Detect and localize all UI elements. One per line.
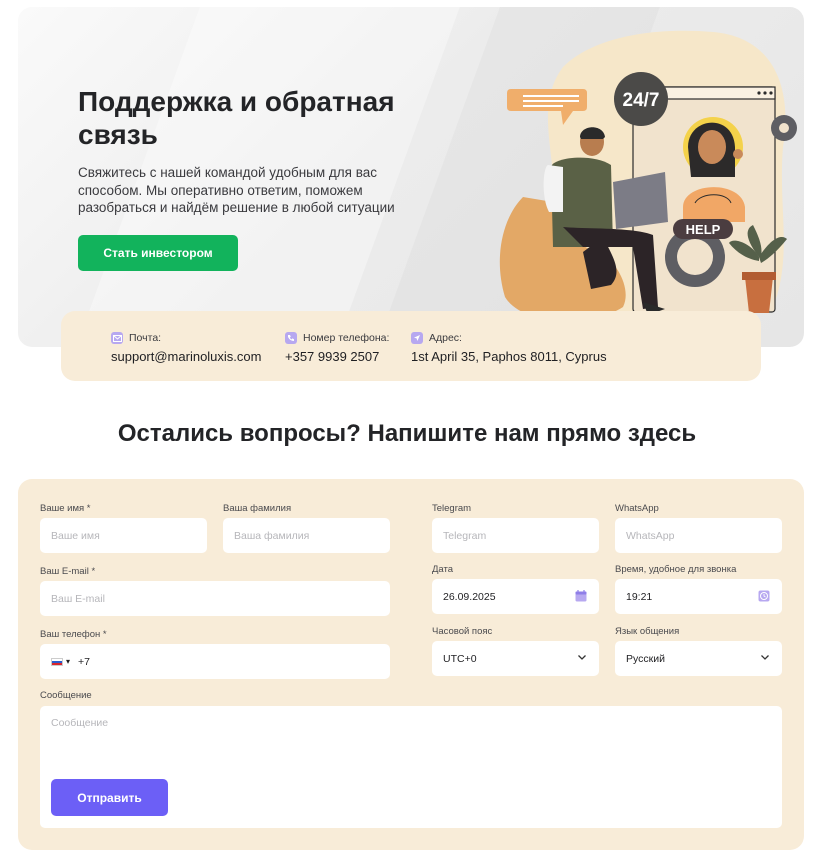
phone-field[interactable]: ▾ +7 <box>40 644 390 679</box>
date-value: 26.09.2025 <box>443 590 496 603</box>
clock-icon[interactable] <box>758 590 770 605</box>
become-investor-button[interactable]: Стать инвестором <box>78 235 238 271</box>
email-field[interactable]: Ваш E-mail <box>40 581 390 616</box>
email-field-label: Ваш E-mail * <box>40 566 96 577</box>
first-name-input[interactable]: Ваше имя <box>40 518 207 553</box>
phone-prefix: +7 <box>78 655 90 668</box>
hero-description: Свяжитесь с нашей командой удобным для в… <box>78 165 395 215</box>
support-illustration: HELP 24/7 <box>499 30 797 321</box>
phone-label: Номер телефона: <box>303 332 390 344</box>
hero-banner: Поддержка и обратная связь Свяжитесь с н… <box>18 7 804 347</box>
date-input[interactable]: 26.09.2025 <box>432 579 599 614</box>
address-value: 1st April 35, Paphos 8011, Cyprus <box>411 349 607 364</box>
badge-247: 24/7 <box>623 90 660 111</box>
timezone-select[interactable]: UTC+0 <box>432 641 599 676</box>
help-label: HELP <box>686 222 721 237</box>
phone-value[interactable]: +357 9939 2507 <box>285 349 389 364</box>
language-label: Язык общения <box>615 626 680 637</box>
section-title: Остались вопросы? Напишите нам прямо зде… <box>117 420 697 447</box>
contact-address: Адрес: 1st April 35, Paphos 8011, Cyprus <box>411 331 607 364</box>
calendar-icon[interactable] <box>575 590 587 605</box>
submit-button[interactable]: Отправить <box>51 779 168 816</box>
message-label: Сообщение <box>40 690 92 701</box>
time-label: Время, удобное для звонка <box>615 564 737 575</box>
phone-icon <box>285 332 297 344</box>
language-value: Русский <box>626 652 665 665</box>
email-label: Почта: <box>129 332 162 344</box>
language-select[interactable]: Русский <box>615 641 782 676</box>
address-label: Адрес: <box>429 332 462 344</box>
location-arrow-icon <box>411 332 423 344</box>
chevron-down-icon <box>760 652 770 665</box>
timezone-label: Часовой пояс <box>432 626 493 637</box>
last-name-label: Ваша фамилия <box>223 503 292 514</box>
email-value[interactable]: support@marinoluxis.com <box>111 349 261 364</box>
russia-flag-icon[interactable] <box>51 657 63 666</box>
chevron-down-icon <box>577 652 587 665</box>
last-name-input[interactable]: Ваша фамилия <box>223 518 390 553</box>
mail-icon <box>111 332 123 344</box>
contact-form: Ваше имя * Ваше имя Ваша фамилия Ваша фа… <box>18 479 804 850</box>
time-value: 19:21 <box>626 590 653 603</box>
first-name-label: Ваше имя * <box>40 503 91 514</box>
timezone-value: UTC+0 <box>443 652 477 665</box>
country-dropdown-icon[interactable]: ▾ <box>66 657 70 666</box>
contact-info-bar: Почта: support@marinoluxis.com Номер тел… <box>61 311 761 381</box>
telegram-input[interactable]: Telegram <box>432 518 599 553</box>
telegram-label: Telegram <box>432 503 472 514</box>
date-label: Дата <box>432 564 454 575</box>
time-input[interactable]: 19:21 <box>615 579 782 614</box>
message-placeholder: Сообщение <box>51 717 109 729</box>
contact-phone: Номер телефона: +357 9939 2507 <box>285 331 389 364</box>
hero-title: Поддержка и обратная связь <box>78 86 395 150</box>
whatsapp-input[interactable]: WhatsApp <box>615 518 782 553</box>
phone-field-label: Ваш телефон * <box>40 629 107 640</box>
whatsapp-label: WhatsApp <box>615 503 659 514</box>
contact-email: Почта: support@marinoluxis.com <box>111 331 261 364</box>
